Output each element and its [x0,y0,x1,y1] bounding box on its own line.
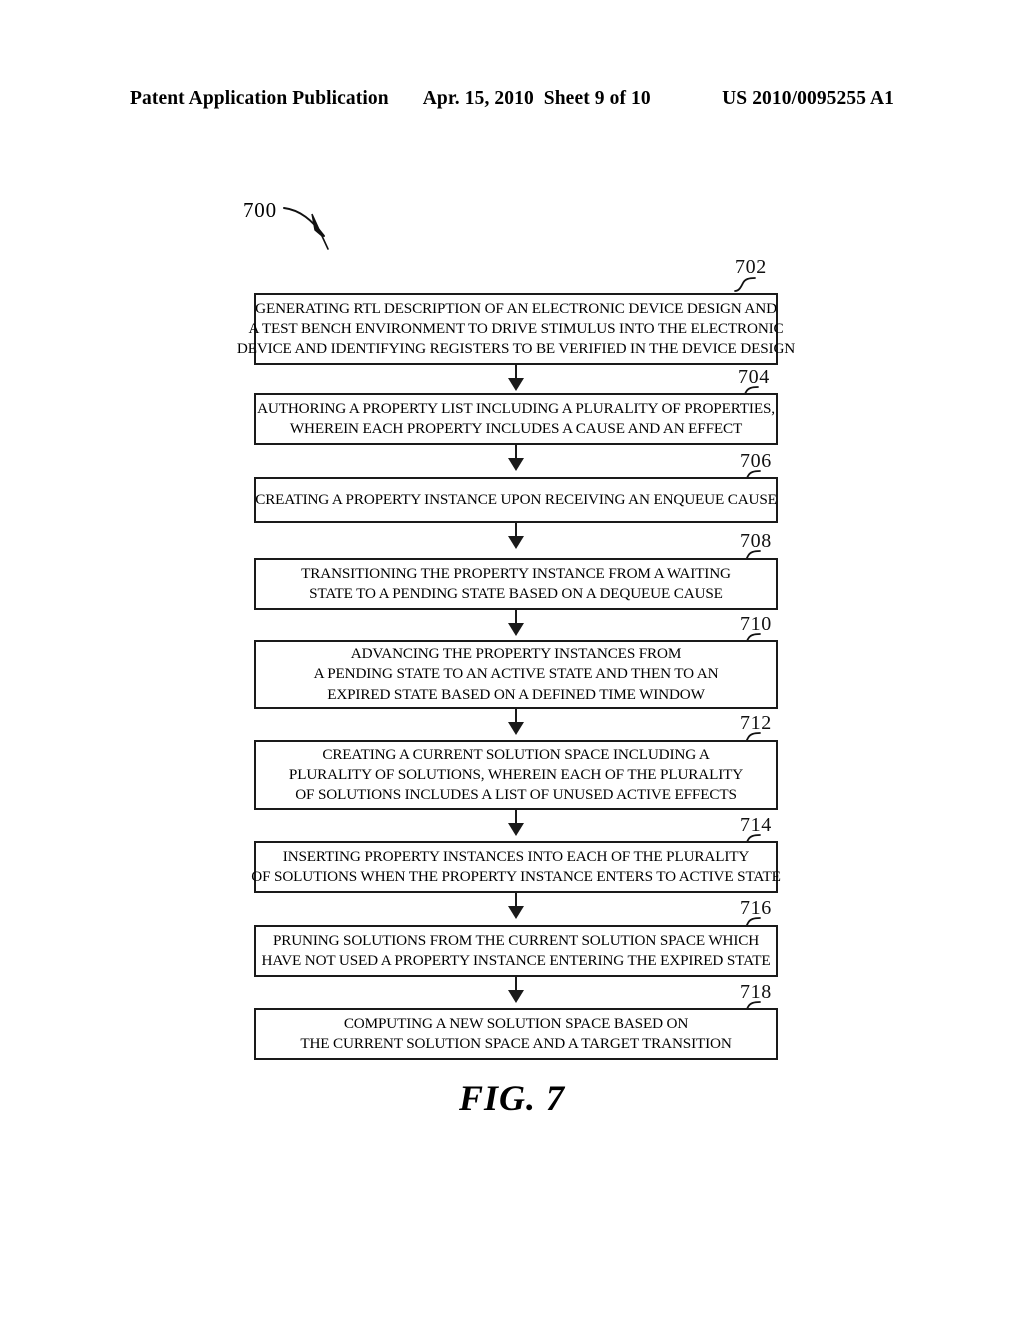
flow-step-718-line-2: THE CURRENT SOLUTION SPACE AND A TARGET … [300,1035,732,1052]
figure-7-flowchart: 700 702 GENERATING RTL DESCRIPTION OF AN… [0,0,1024,1320]
flow-step-718: COMPUTING A NEW SOLUTION SPACE BASED ON … [254,1008,778,1060]
flow-step-716-line-2: HAVE NOT USED A PROPERTY INSTANCE ENTERI… [261,952,771,969]
arrowhead-714-to-716 [508,906,524,919]
flow-step-702-line-3: DEVICE AND IDENTIFYING REGISTERS TO BE V… [236,340,796,358]
flow-step-708-line-2: STATE TO A PENDING STATE BASED ON A DEQU… [309,585,723,602]
flow-step-710: ADVANCING THE PROPERTY INSTANCES FROM A … [254,640,778,709]
arrowhead-710-to-712 [508,722,524,735]
flow-step-710-line-1: ADVANCING THE PROPERTY INSTANCES FROM [350,645,682,663]
flow-step-710-line-2: A PENDING STATE TO AN ACTIVE STATE AND T… [313,665,719,683]
reference-numeral-702: 702 [735,256,767,278]
flow-step-712-line-2: PLURALITY OF SOLUTIONS, WHEREIN EACH OF … [288,765,744,783]
flow-step-716: PRUNING SOLUTIONS FROM THE CURRENT SOLUT… [254,925,778,977]
flow-step-704: AUTHORING A PROPERTY LIST INCLUDING A PL… [254,393,778,445]
flow-step-716-line-1: PRUNING SOLUTIONS FROM THE CURRENT SOLUT… [272,931,760,949]
diagram-reference-label-700: 700 [243,198,277,222]
flow-step-714: INSERTING PROPERTY INSTANCES INTO EACH O… [251,841,781,893]
flow-step-702-line-1: GENERATING RTL DESCRIPTION OF AN ELECTRO… [255,299,777,317]
arrowhead-702-to-704 [508,378,524,391]
flow-step-702-line-2: A TEST BENCH ENVIRONMENT TO DRIVE STIMUL… [248,319,784,337]
diagram-leader-line-700 [283,207,329,250]
flow-step-706-line-1: CREATING A PROPERTY INSTANCE UPON RECEIV… [255,490,777,508]
flow-step-712-line-1: CREATING A CURRENT SOLUTION SPACE INCLUD… [322,745,710,763]
flow-step-710-line-3: EXPIRED STATE BASED ON A DEFINED TIME WI… [327,685,705,703]
flow-step-718-line-1: COMPUTING A NEW SOLUTION SPACE BASED ON [343,1014,689,1032]
flow-step-708: TRANSITIONING THE PROPERTY INSTANCE FROM… [254,558,778,610]
flow-step-702: GENERATING RTL DESCRIPTION OF AN ELECTRO… [237,293,795,365]
arrowhead-704-to-706 [508,458,524,471]
flow-step-704-line-2: WHEREIN EACH PROPERTY INCLUDES A CAUSE A… [289,420,743,437]
flow-step-712: CREATING A CURRENT SOLUTION SPACE INCLUD… [254,740,778,810]
figure-caption: FIG. 7 [458,1078,566,1118]
flow-step-708-line-1: TRANSITIONING THE PROPERTY INSTANCE FROM… [301,564,731,582]
arrowhead-706-to-708 [508,536,524,549]
leader-hook-702 [734,277,756,292]
flow-step-704-line-1: AUTHORING A PROPERTY LIST INCLUDING A PL… [257,399,775,417]
arrowhead-708-to-710 [508,623,524,636]
flow-step-714-line-1: INSERTING PROPERTY INSTANCES INTO EACH O… [282,847,750,865]
flow-step-712-line-3: OF SOLUTIONS INCLUDES A LIST OF UNUSED A… [295,786,737,804]
arrowhead-716-to-718 [508,990,524,1003]
flow-step-706: CREATING A PROPERTY INSTANCE UPON RECEIV… [254,477,778,523]
arrowhead-712-to-714 [508,823,524,836]
flow-step-714-line-2: OF SOLUTIONS WHEN THE PROPERTY INSTANCE … [251,868,781,885]
